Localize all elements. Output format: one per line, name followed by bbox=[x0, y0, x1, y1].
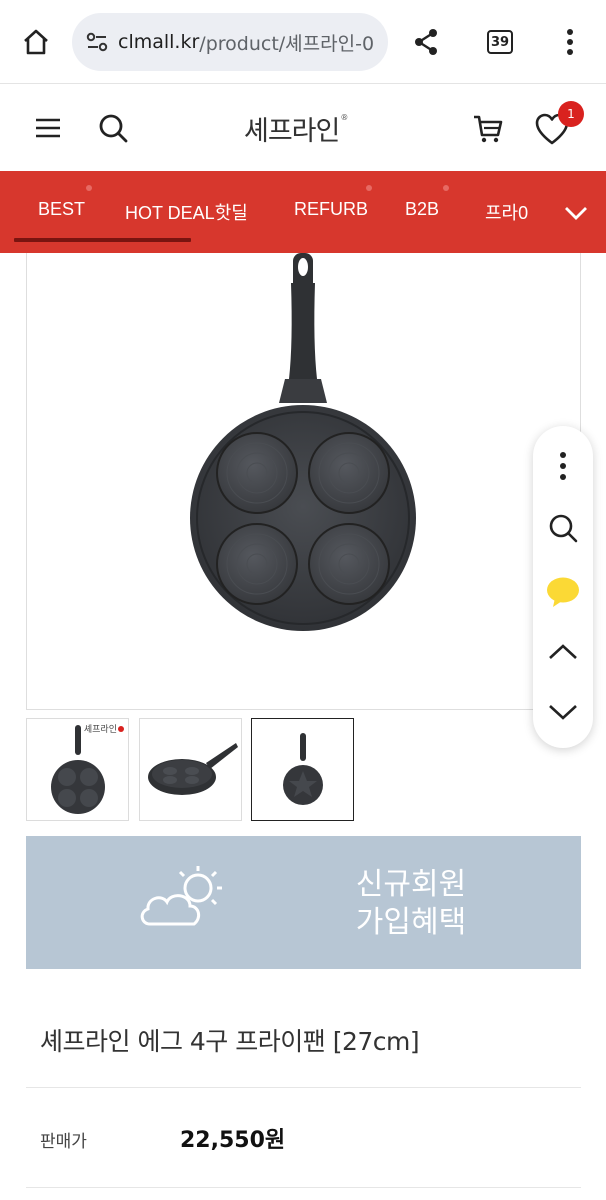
thumbnail-logo: 셰프라인 bbox=[84, 722, 124, 735]
divider bbox=[26, 1187, 581, 1188]
more-vert-icon bbox=[567, 29, 573, 55]
product-title: 셰프라인 에그 4구 프라이팬 [27cm] bbox=[40, 1027, 420, 1056]
category-tab-hot-deal[interactable]: HOT DEAL핫딜 bbox=[125, 199, 248, 225]
new-dot bbox=[86, 185, 92, 191]
weather-sun-cloud-icon bbox=[140, 866, 222, 926]
share-icon bbox=[415, 29, 437, 55]
chat-bubble-icon bbox=[547, 577, 579, 607]
new-dot bbox=[366, 185, 372, 191]
search-icon[interactable] bbox=[96, 111, 130, 145]
chevron-up-icon bbox=[549, 644, 577, 659]
product-thumbnail-3[interactable] bbox=[251, 718, 354, 821]
logo-text: 셰프라인 bbox=[244, 115, 340, 147]
egg-pan-image bbox=[190, 253, 416, 631]
product-thumbnail-2[interactable] bbox=[139, 718, 242, 821]
kakao-chat-button[interactable] bbox=[543, 572, 583, 612]
scroll-bottom-button[interactable] bbox=[543, 692, 583, 732]
side-search-button[interactable] bbox=[543, 508, 583, 548]
tabs-icon: 39 bbox=[487, 30, 513, 54]
category-tab-b2b[interactable]: B2B bbox=[405, 199, 439, 220]
tabs-button[interactable]: 39 bbox=[478, 22, 522, 62]
promo-line-2: 가입혜택 bbox=[355, 906, 467, 939]
thumbnail-logo-text: 셰프라인 bbox=[83, 725, 117, 735]
site-settings-icon[interactable] bbox=[84, 29, 110, 55]
signup-promo-banner[interactable]: 신규회원 가입혜택 bbox=[26, 836, 581, 969]
side-more-button[interactable] bbox=[543, 446, 583, 486]
category-nav: BEST HOT DEAL핫딜 REFURB B2B 프라0 bbox=[0, 171, 606, 253]
chevron-down-icon[interactable] bbox=[560, 199, 592, 227]
url-host: clmall.kr bbox=[118, 31, 200, 53]
site-logo[interactable]: 셰프라인 ® bbox=[244, 109, 348, 147]
registered-mark: ® bbox=[340, 113, 349, 122]
browser-menu-button[interactable] bbox=[548, 22, 592, 62]
wishlist-count-badge: 1 bbox=[558, 101, 584, 127]
browser-toolbar: clmall.kr/product/셰프라인-0 39 bbox=[0, 0, 606, 84]
category-tab-refurb[interactable]: REFURB bbox=[294, 199, 368, 220]
active-tab-indicator bbox=[14, 238, 191, 242]
floating-side-toolbar bbox=[533, 426, 593, 748]
price-value: 22,550원 bbox=[180, 1128, 286, 1153]
divider bbox=[26, 1087, 581, 1088]
price-label: 판매가 bbox=[40, 1132, 87, 1152]
promo-text: 신규회원 가입혜택 bbox=[336, 866, 486, 942]
site-header: 셰프라인 ® bbox=[0, 85, 606, 171]
product-thumbnail-1[interactable]: 셰프라인 bbox=[26, 718, 129, 821]
share-button[interactable] bbox=[404, 22, 448, 62]
new-dot bbox=[443, 185, 449, 191]
scroll-top-button[interactable] bbox=[543, 632, 583, 672]
search-icon bbox=[549, 514, 578, 543]
chevron-down-icon bbox=[549, 705, 577, 720]
tab-count: 39 bbox=[490, 34, 510, 50]
pan-star-thumb bbox=[283, 733, 323, 805]
pan-side-view-thumb bbox=[148, 743, 238, 795]
category-tab-best[interactable]: BEST bbox=[38, 199, 85, 220]
promo-line-1: 신규회원 bbox=[355, 868, 467, 901]
menu-icon[interactable] bbox=[32, 113, 64, 143]
more-vert-icon bbox=[560, 452, 566, 480]
url-path: /product/셰프라인-0 bbox=[199, 32, 375, 55]
home-icon bbox=[24, 29, 48, 55]
category-tab-fry[interactable]: 프라0 bbox=[485, 199, 528, 225]
home-button[interactable] bbox=[14, 22, 58, 62]
address-bar[interactable]: clmall.kr/product/셰프라인-0 bbox=[72, 13, 388, 71]
cart-icon[interactable] bbox=[470, 111, 506, 147]
product-main-image[interactable] bbox=[26, 253, 581, 710]
